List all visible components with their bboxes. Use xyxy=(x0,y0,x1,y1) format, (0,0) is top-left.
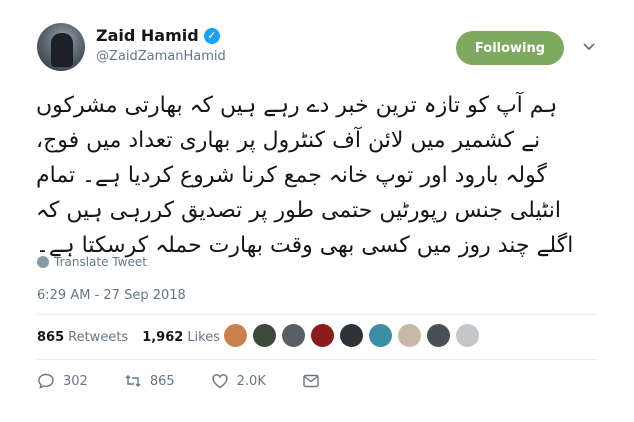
globe-icon xyxy=(37,256,49,268)
verified-badge-icon: ✓ xyxy=(203,27,220,44)
tweet-text: ہم آپ کو تازہ ترین خبر دے رہے ہیں کہ بھا… xyxy=(36,93,574,258)
author-handle[interactable]: @ZaidZamanHamid xyxy=(96,49,226,64)
following-button[interactable]: Following xyxy=(456,31,564,65)
retweets-count: 865 xyxy=(37,329,65,345)
retweet-button[interactable]: 865 xyxy=(124,372,175,390)
reply-count: 302 xyxy=(63,373,88,389)
liker-avatar[interactable] xyxy=(282,324,305,347)
reply-icon xyxy=(38,373,54,389)
translate-label[interactable]: Translate Tweet xyxy=(54,255,147,269)
reply-button[interactable]: 302 xyxy=(37,372,88,390)
translate-tweet-link[interactable]: Translate Tweet xyxy=(37,255,147,269)
likes-count: 1,962 xyxy=(142,329,184,345)
retweets-stat[interactable]: 865 Retweets xyxy=(37,330,128,345)
author-avatar[interactable] xyxy=(37,23,85,71)
likes-label: Likes xyxy=(187,329,221,345)
tweet-timestamp[interactable]: 6:29 AM - 27 Sep 2018 xyxy=(37,288,186,303)
retweet-icon xyxy=(125,375,141,387)
liker-avatar[interactable] xyxy=(253,324,276,347)
liker-avatar[interactable] xyxy=(456,324,479,347)
author-name-text[interactable]: Zaid Hamid xyxy=(96,26,199,45)
liker-avatar[interactable] xyxy=(427,324,450,347)
liker-avatar[interactable] xyxy=(340,324,363,347)
liker-avatar[interactable] xyxy=(311,324,334,347)
liker-avatars xyxy=(224,324,479,347)
divider xyxy=(37,314,597,315)
envelope-icon xyxy=(303,374,319,388)
divider xyxy=(37,359,597,360)
like-count: 2.0K xyxy=(236,373,266,389)
like-button[interactable]: 2.0K xyxy=(211,372,266,390)
retweet-count: 865 xyxy=(149,373,175,389)
retweets-label: Retweets xyxy=(68,329,129,345)
direct-message-button[interactable] xyxy=(302,372,320,390)
heart-icon xyxy=(211,374,228,389)
liker-avatar[interactable] xyxy=(224,324,247,347)
tweet-actions: 302 865 2.0K xyxy=(37,372,356,390)
liker-avatar[interactable] xyxy=(369,324,392,347)
tweet-stats: 865 Retweets 1,962 Likes xyxy=(37,325,220,349)
chevron-down-icon[interactable] xyxy=(582,40,596,54)
likes-stat[interactable]: 1,962 Likes xyxy=(142,330,220,345)
author-name[interactable]: Zaid Hamid ✓ xyxy=(96,26,220,45)
liker-avatar[interactable] xyxy=(398,324,421,347)
